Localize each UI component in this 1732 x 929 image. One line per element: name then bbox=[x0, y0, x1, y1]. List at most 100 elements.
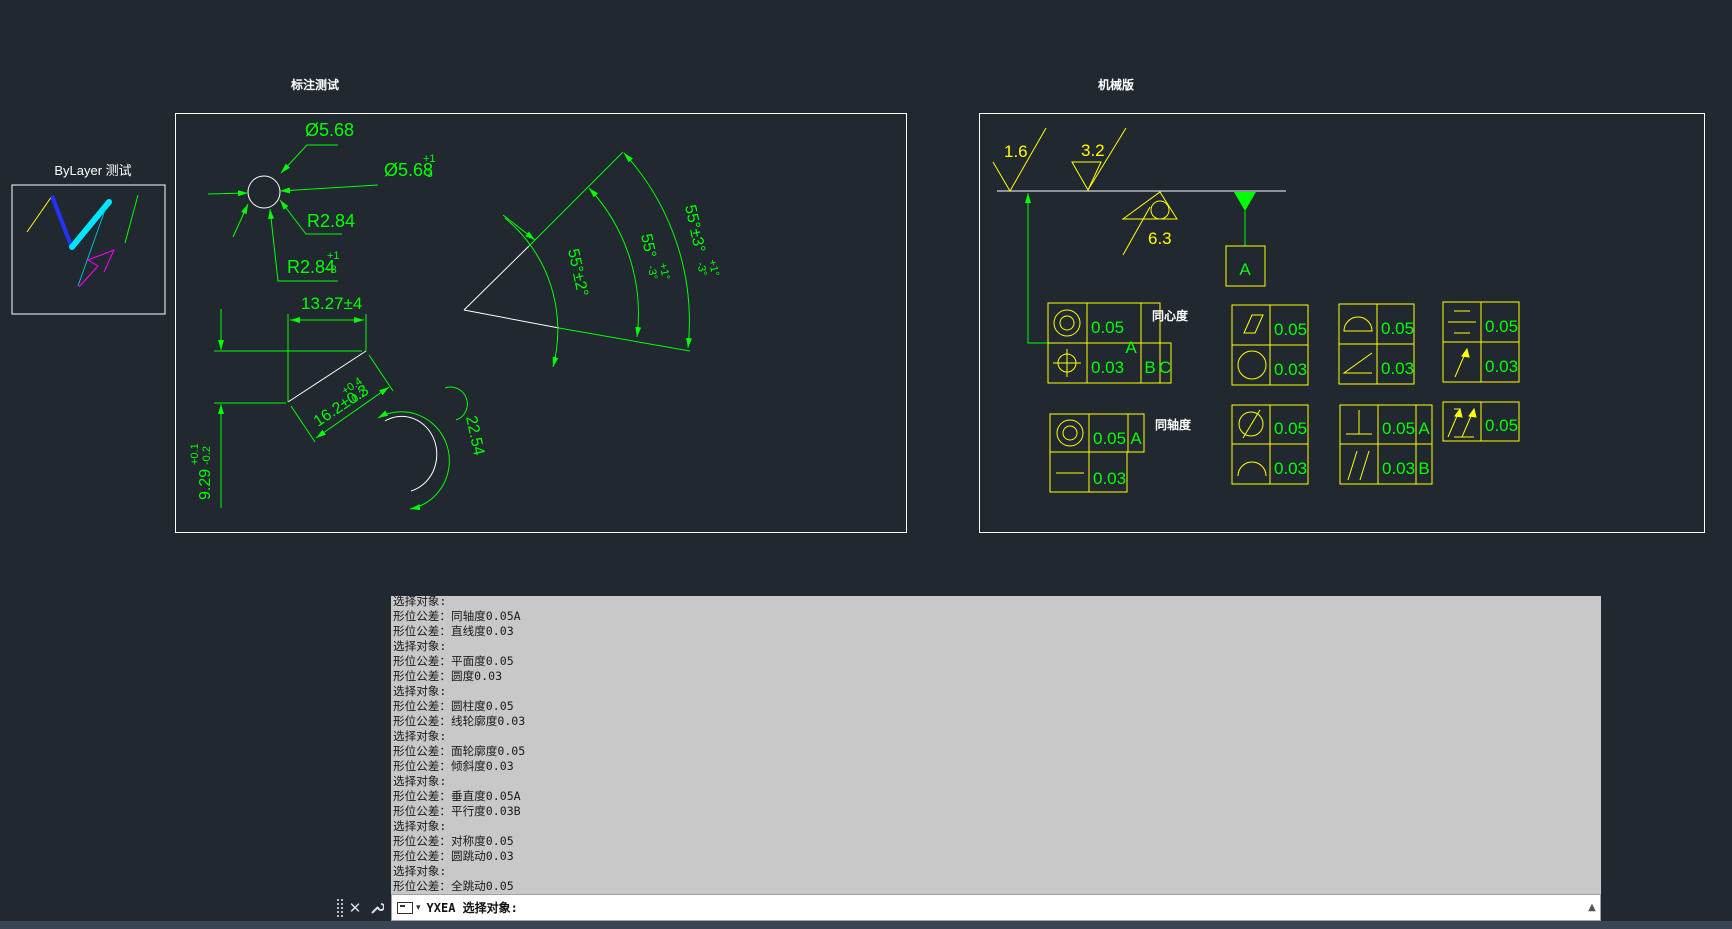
customize-wrench-icon[interactable] bbox=[366, 897, 388, 919]
command-history-line: 形位公差：直线度0.03 bbox=[393, 624, 514, 638]
dimension-frame bbox=[175, 113, 907, 533]
command-input[interactable] bbox=[517, 896, 1584, 919]
command-history-line: 形位公差：倾斜度0.03 bbox=[393, 759, 514, 773]
frame-2-value-1: 0.05 bbox=[1093, 429, 1126, 448]
command-history-line: 选择对象: bbox=[393, 639, 447, 653]
diameter-dim-2-tol-upper: +1 bbox=[423, 153, 436, 165]
datum-letter: A bbox=[1239, 260, 1251, 279]
command-history-line: 选择对象: bbox=[393, 774, 447, 788]
frame-3-value-2: 0.03 bbox=[1274, 360, 1307, 379]
radius-dim-2-tol-upper: +1 bbox=[327, 250, 340, 262]
frame-6-value-1: 0.05 bbox=[1382, 419, 1415, 438]
frame-8-value-1: 0.05 bbox=[1485, 416, 1518, 435]
vertical-dim: 9.29 bbox=[197, 469, 214, 500]
bylayer-line-yellow bbox=[26, 195, 53, 233]
linear-dims: 13.27±4 9.29 +0.1 -0.2 16.2±0.3 +0.4 -0.… bbox=[189, 294, 394, 508]
frame-2-datum: A bbox=[1130, 429, 1142, 448]
command-history-line: 选择对象: bbox=[393, 684, 447, 698]
datum-triangle bbox=[1234, 192, 1256, 211]
frame-1-datum-1: A bbox=[1125, 338, 1137, 357]
command-history-panel[interactable]: 选择对象: 形位公差：同轴度0.05A 形位公差：直线度0.03 选择对象: 形位公差：… bbox=[391, 596, 1601, 894]
command-prompt-icon[interactable] bbox=[397, 901, 413, 914]
frame-2-value-2: 0.03 bbox=[1093, 469, 1126, 488]
close-icon[interactable]: ✕ bbox=[344, 897, 366, 919]
frame-6-value-2: 0.03 bbox=[1382, 459, 1415, 478]
command-history-line: 形位公差：面轮廓度0.05 bbox=[393, 744, 526, 758]
mech-panel: 机械版 1.6 3.2 6.3 A 0.05 0.03 A B C 同心度 0.… bbox=[979, 77, 1705, 533]
frame-6-datum-2: B bbox=[1418, 459, 1429, 478]
roughness-symbol-3[interactable] bbox=[1121, 191, 1178, 220]
frame-1-value-2: 0.03 bbox=[1091, 358, 1124, 377]
dimension-panel: 标注测试 Ø5.68 Ø5.68 +1 -3 R2.84 R2.84 +1 -3 bbox=[175, 77, 907, 533]
command-history-line: 形位公差：平面度0.05 bbox=[393, 654, 514, 668]
bylayer-line-blue bbox=[50, 195, 74, 249]
frame-6-datum-1: A bbox=[1418, 419, 1430, 438]
bylayer-panel: ByLayer 测试 bbox=[11, 163, 166, 315]
radius-dim-2-tol-lower: -3 bbox=[327, 264, 337, 276]
vertical-dim-tol-upper: +0.1 bbox=[189, 443, 201, 465]
angle-dim-2-tol-lower: -3° bbox=[645, 264, 660, 280]
roughness-3-value: 6.3 bbox=[1148, 229, 1172, 248]
command-history-line: 选择对象: bbox=[393, 819, 447, 833]
diameter-dim-2-tol-lower: -3 bbox=[423, 168, 433, 180]
command-history-list: 选择对象: 形位公差：同轴度0.05A 形位公差：直线度0.03 选择对象: 形位公差：… bbox=[393, 596, 525, 894]
small-circle[interactable] bbox=[247, 175, 281, 209]
frame-1-datum-3: C bbox=[1159, 358, 1171, 377]
command-grip-handle[interactable] bbox=[336, 897, 344, 918]
command-history-line: 形位公差：线轮廓度0.03 bbox=[393, 714, 526, 728]
status-bar bbox=[0, 921, 1732, 929]
frame-2-note: 同轴度 bbox=[1155, 417, 1192, 432]
roughness-1-value: 1.6 bbox=[1004, 142, 1028, 161]
command-prompt: YXEA 选择对象: bbox=[426, 901, 518, 915]
command-history-line: 形位公差：全跳动0.05 bbox=[393, 879, 514, 893]
angular-dims: 55°±2° 55° +1° -3° 55°±3° +1° -3° bbox=[463, 151, 721, 368]
diameter-dim-1: Ø5.68 bbox=[305, 120, 354, 140]
history-up-arrow-icon[interactable]: ▲ bbox=[1584, 902, 1600, 913]
linear-dim-top: 13.27±4 bbox=[301, 294, 362, 313]
frame-7-value-2: 0.03 bbox=[1485, 357, 1518, 376]
command-history-line: 形位公差：圆跳动0.03 bbox=[393, 849, 514, 863]
command-history-line: 形位公差：圆度0.03 bbox=[393, 669, 503, 683]
white-arc[interactable] bbox=[384, 415, 438, 492]
roughness-2-value: 3.2 bbox=[1081, 141, 1105, 160]
command-history-line: 选择对象: bbox=[393, 596, 447, 608]
command-history-line: 形位公差：圆柱度0.05 bbox=[393, 699, 514, 713]
mech-frame bbox=[979, 113, 1705, 533]
angle-dim-3: 55°±3° bbox=[681, 203, 708, 254]
frame-1-datum-2: B bbox=[1144, 358, 1155, 377]
frame-5-value-1: 0.05 bbox=[1381, 319, 1414, 338]
mech-panel-title: 机械版 bbox=[1098, 77, 1134, 92]
frame-4-value-1: 0.05 bbox=[1274, 419, 1307, 438]
angle-dim-1: 55°±2° bbox=[564, 247, 591, 298]
roughness-symbols: 1.6 3.2 6.3 A bbox=[992, 127, 1286, 344]
radius-dim-1: R2.84 bbox=[307, 211, 355, 231]
command-history-line: 选择对象: bbox=[393, 864, 447, 878]
command-history-line: 选择对象: bbox=[393, 729, 447, 743]
bylayer-frame bbox=[11, 184, 166, 315]
frame-5-value-2: 0.03 bbox=[1381, 359, 1414, 378]
angle-dim-2: 55° bbox=[637, 232, 659, 259]
command-bar: ✕ ▾ YXEA 选择对象: ▲ bbox=[333, 894, 1601, 921]
command-history-line: 形位公差：对称度0.05 bbox=[393, 834, 514, 848]
chevron-down-icon[interactable]: ▾ bbox=[416, 903, 421, 913]
command-history-line: 形位公差：平行度0.03B bbox=[393, 804, 521, 818]
command-history-line: 形位公差：垂直度0.05A bbox=[393, 789, 521, 803]
arc-dims: 22.54 bbox=[377, 386, 487, 511]
frame-7-value-1: 0.05 bbox=[1485, 317, 1518, 336]
angle-dim-3-tol-lower: -3° bbox=[694, 261, 709, 277]
angle-line-2[interactable] bbox=[463, 309, 560, 329]
frame-1-value-1: 0.05 bbox=[1091, 318, 1124, 337]
frame-1-note: 同心度 bbox=[1152, 308, 1189, 323]
bylayer-line-green bbox=[124, 194, 139, 244]
command-input-box[interactable]: ▾ YXEA 选择对象: ▲ bbox=[391, 894, 1601, 921]
angle-line-1[interactable] bbox=[463, 245, 530, 311]
bylayer-line-cyan bbox=[69, 199, 112, 250]
arc-length-dim: 22.54 bbox=[462, 414, 487, 457]
command-history-line: 形位公差：同轴度0.05A bbox=[393, 609, 521, 623]
frame-3-value-1: 0.05 bbox=[1274, 320, 1307, 339]
frame-4-value-2: 0.03 bbox=[1274, 459, 1307, 478]
vertical-dim-tol-lower: -0.2 bbox=[201, 446, 213, 465]
dimension-panel-title: 标注测试 bbox=[290, 77, 339, 92]
circle-dims: Ø5.68 Ø5.68 +1 -3 R2.84 R2.84 +1 -3 bbox=[207, 120, 436, 282]
bylayer-title: ByLayer 测试 bbox=[54, 163, 131, 178]
